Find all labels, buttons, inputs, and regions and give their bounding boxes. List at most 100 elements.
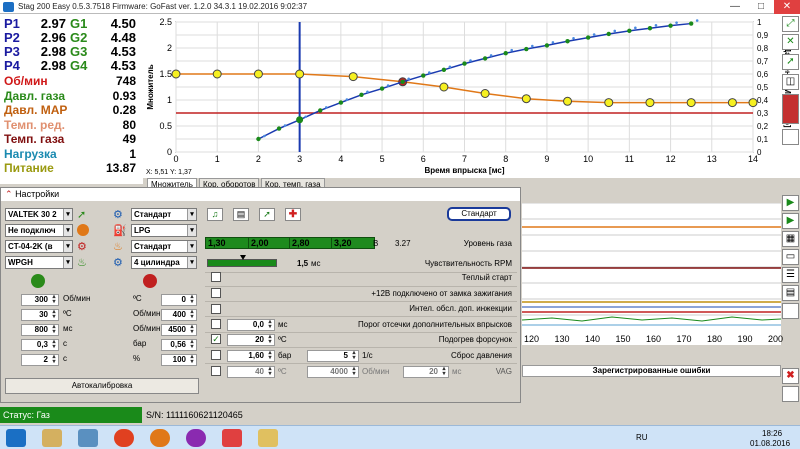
zoom-fit-icon[interactable]: ⤢ (782, 16, 799, 32)
list-icon[interactable]: ▤ (233, 208, 249, 221)
save-icon[interactable]: ▦ (782, 231, 799, 247)
vag-input-1[interactable]: 40 ▴ ▾ (227, 366, 275, 378)
x-tick-label: 2 (256, 154, 261, 164)
divider (205, 347, 517, 348)
sample-point (531, 44, 534, 48)
param-right-input[interactable]: 400 ▴ ▾ (161, 309, 197, 321)
fuel-select[interactable]: LPG ▾ (131, 224, 197, 237)
clear-errors-icon[interactable]: ✖ (782, 368, 799, 384)
param-left-input[interactable]: 30 ▴ ▾ (21, 309, 59, 321)
multiplier-point (668, 23, 673, 28)
scroll-icon[interactable]: ◫ (782, 74, 799, 90)
x-tick-label: 0 (173, 154, 178, 164)
maximize-button[interactable]: □ (748, 0, 774, 14)
settings-header[interactable]: ⌃ Настройки (1, 188, 520, 201)
cutoff-unit: мс (278, 320, 288, 329)
vag-input-3[interactable]: 20 ▴ ▾ (403, 366, 449, 378)
mode2-select[interactable]: Стандарт ▾ (131, 240, 197, 253)
vag-input-2[interactable]: 4000 ▴ ▾ (307, 366, 359, 378)
ecu-select[interactable]: VALTEK 30 2 ▾ (5, 208, 73, 221)
param-right-input[interactable]: 0,56 ▴ ▾ (161, 339, 197, 351)
param-left-unit: Об/мин (63, 294, 91, 303)
clock-time[interactable]: 18:26 (762, 429, 782, 438)
play-icon[interactable]: ▶ (782, 195, 799, 211)
cylinders-select[interactable]: 4 цилиндра ▾ (131, 256, 197, 269)
oscilloscope-graph[interactable] (521, 202, 782, 345)
explorer-icon[interactable] (42, 429, 62, 447)
cutoff-input[interactable]: 0,0 ▴ ▾ (227, 319, 275, 331)
firefox-icon[interactable] (150, 429, 170, 447)
pressure-reset-input-1[interactable]: 1,60 ▴ ▾ (227, 350, 275, 362)
stat-value: 80 (122, 117, 136, 132)
language-indicator[interactable]: RU (636, 433, 648, 442)
blank-icon[interactable] (782, 303, 799, 319)
injector-heating-checkbox[interactable]: ✓ (211, 334, 221, 344)
pressure-reset-input-2[interactable]: 5 ▴ ▾ (307, 350, 359, 362)
cursor-readout: X: 5,51 Y: 1,37 (146, 169, 192, 176)
param-right-input[interactable]: 100 ▴ ▾ (161, 354, 197, 366)
rpm-sensitivity-slider[interactable] (207, 259, 277, 267)
injector-heating-input[interactable]: 20 ▴ ▾ (227, 334, 275, 346)
multiplier-point (606, 31, 611, 37)
close-button[interactable]: ✕ (774, 0, 800, 14)
print-icon[interactable]: ▤ (782, 285, 799, 301)
ignition-12v-checkbox[interactable] (211, 288, 221, 298)
blank-box-icon[interactable] (782, 129, 799, 145)
y-right-tick-label: 1 (757, 18, 762, 27)
param-left-unit: с (63, 339, 67, 348)
stat-label: Давл. газа (4, 88, 66, 103)
green-arrow-icon[interactable]: ➚ (782, 54, 799, 70)
fuel-icon: ⛽ (113, 225, 127, 237)
folder-icon[interactable]: ▭ (782, 249, 799, 265)
map-point (748, 98, 758, 108)
reducer-select[interactable]: CT-04-2K (в ▾ (5, 240, 73, 253)
play-fast-icon[interactable]: ▶ (782, 213, 799, 229)
multiplier-point (585, 35, 591, 40)
autocalibration-button[interactable]: Автокалибровка (5, 378, 199, 394)
sensor-select[interactable]: WPGH ▾ (5, 256, 73, 269)
param-right-unit: ºC (133, 294, 142, 303)
folder-task-icon[interactable] (258, 429, 278, 447)
cutoff-checkbox[interactable] (211, 319, 221, 329)
param-left-input[interactable]: 800 ▴ ▾ (21, 324, 59, 336)
record-indicator-icon[interactable] (782, 94, 799, 124)
intel-injection-checkbox[interactable] (211, 304, 221, 314)
sample-point (469, 59, 472, 62)
pressure-reset-checkbox[interactable] (211, 350, 221, 360)
injection-select[interactable]: Не подключ ▾ (5, 224, 73, 237)
settings-tool-icon[interactable]: ♫ (207, 208, 223, 221)
skype-icon[interactable] (186, 429, 206, 447)
vag-checkbox[interactable] (211, 366, 221, 376)
map-point (645, 98, 655, 108)
sample-point (448, 65, 452, 69)
map-point (212, 69, 222, 79)
calculator-icon[interactable] (78, 429, 98, 447)
param-right-input[interactable]: 4500 ▴ ▾ (161, 324, 197, 336)
y-right-tick-label: 0,3 (757, 109, 769, 118)
reset-icon[interactable]: ✕ (782, 34, 799, 50)
y-right-tick-label: 0,2 (757, 122, 769, 131)
connect-icon[interactable]: ➚ (259, 208, 275, 221)
mode-select[interactable]: Стандарт ▾ (131, 208, 197, 221)
blank-icon[interactable] (782, 386, 799, 402)
param-left-input[interactable]: 0,3 ▴ ▾ (21, 339, 59, 351)
stag-app-icon[interactable] (222, 429, 242, 447)
minimize-button[interactable]: — (722, 0, 748, 14)
param-left-input[interactable]: 2 ▴ ▾ (21, 354, 59, 366)
error-toolbar: ✖ (781, 368, 800, 404)
osc-tick-label: 160 (646, 334, 662, 344)
slider-thumb[interactable] (240, 255, 246, 260)
sample-point (263, 134, 266, 138)
param-right-input[interactable]: 0 ▴ ▾ (161, 294, 197, 306)
warm-start-checkbox[interactable] (211, 272, 221, 282)
start-button[interactable] (6, 429, 26, 447)
standard-button[interactable]: Стандарт (447, 207, 511, 221)
multiplier-chart[interactable]: 0 1 2 3 4 5 6 7 8 9 10 11 12 13 14 0 0.5 1 1.5 2 2.5 0 0,1 0,2 0… (143, 14, 800, 178)
clock-date[interactable]: 01.08.2016 (750, 439, 790, 448)
sample-point (572, 36, 575, 40)
sample-point (551, 41, 555, 44)
chrome-icon[interactable] (114, 429, 134, 447)
settings-icon[interactable]: ☰ (782, 267, 799, 283)
param-left-input[interactable]: 300 ▴ ▾ (21, 294, 59, 306)
add-icon[interactable]: ✚ (285, 208, 301, 221)
